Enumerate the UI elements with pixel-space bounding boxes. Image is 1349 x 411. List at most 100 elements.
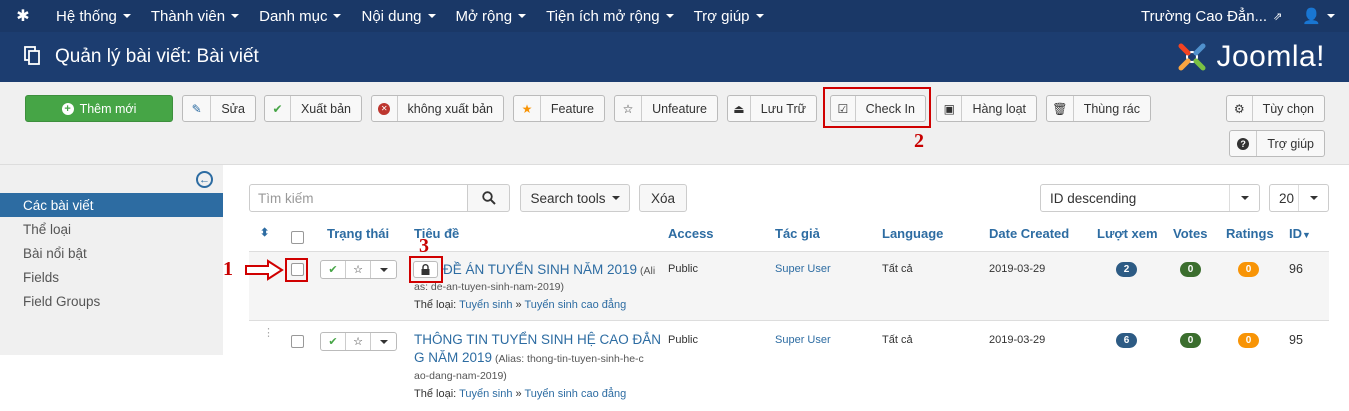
clear-button[interactable]: Xóa xyxy=(639,184,687,212)
access-cell: Public xyxy=(668,263,698,275)
nav-label: Nội dung xyxy=(361,7,422,25)
site-name: Trường Cao Đẳn... xyxy=(1141,7,1268,25)
unfeature-button[interactable]: ☆ Unfeature xyxy=(614,95,718,122)
button-label: Lưu Trữ xyxy=(760,101,806,116)
annotation-box-checkbox xyxy=(285,258,308,282)
search-input[interactable]: Tìm kiếm xyxy=(249,184,468,212)
column-ratings[interactable]: Ratings xyxy=(1226,226,1274,241)
ordering-select[interactable]: ID descending xyxy=(1040,184,1260,212)
check-all-checkbox[interactable] xyxy=(291,231,304,244)
star-empty-icon: ☆ xyxy=(615,96,643,121)
unpublish-button[interactable]: ✕ không xuất bản xyxy=(371,95,504,122)
help-button[interactable]: ? Trợ giúp xyxy=(1229,130,1325,157)
article-title-link[interactable]: THÔNG TIN TUYỂN SINH HỆ CAO ĐẲN xyxy=(414,331,661,348)
top-navbar: ✱ Hệ thống Thành viên Danh mục Nội dung … xyxy=(0,0,1349,32)
article-category: Thể loại: Tuyển sinh » Tuyển sinh cao đẳ… xyxy=(414,388,626,400)
button-label: Thùng rác xyxy=(1083,101,1140,116)
button-label: Unfeature xyxy=(652,101,707,116)
search-button[interactable] xyxy=(467,184,510,212)
votes-badge: 0 xyxy=(1180,262,1201,277)
nav-content[interactable]: Nội dung xyxy=(351,0,445,32)
sidebar-item-featured[interactable]: Bài nổi bật xyxy=(0,241,223,265)
article-title-link[interactable]: G NĂM 2019 (Alias: thong-tin-tuyen-sinh-… xyxy=(414,349,644,368)
row-checkbox[interactable] xyxy=(291,335,304,348)
column-id[interactable]: ID▼ xyxy=(1289,226,1311,241)
button-label: Search tools xyxy=(530,190,606,206)
caret-down-icon xyxy=(122,14,131,18)
author-link[interactable]: Super User xyxy=(775,263,831,275)
sidebar-item-categories[interactable]: Thể loại xyxy=(0,217,223,241)
category-label: Thể loại: xyxy=(414,299,457,311)
nav-label: Thành viên xyxy=(150,7,226,25)
featured-star-icon[interactable]: ☆ xyxy=(346,261,371,278)
edit-button[interactable]: ✎ Sửa xyxy=(182,95,256,122)
column-votes[interactable]: Votes xyxy=(1173,226,1207,241)
sidebar: ← Các bài viết Thể loại Bài nổi bật Fiel… xyxy=(0,165,223,355)
site-link[interactable]: Trường Cao Đẳn... ⇗ xyxy=(1131,0,1292,32)
nav-components[interactable]: Tiện ích mở rộng xyxy=(536,0,684,32)
article-title-link[interactable]: ĐỀ ÁN TUYỂN SINH NĂM 2019 (Ali xyxy=(443,261,655,280)
publish-button[interactable]: ✔ Xuất bản xyxy=(264,95,362,122)
joomla-logo-icon xyxy=(1178,43,1206,71)
annotation-number-1: 1 xyxy=(223,258,233,280)
nav-label: Tiện ích mở rộng xyxy=(546,7,660,25)
caret-down-icon xyxy=(231,14,240,18)
drag-handle-icon[interactable]: ⋮ xyxy=(263,328,274,339)
edit-icon: ✎ xyxy=(183,96,212,121)
category-parent-link[interactable]: Tuyển sinh xyxy=(459,388,512,400)
column-status[interactable]: Trạng thái xyxy=(327,226,389,241)
nav-help[interactable]: Trợ giúp xyxy=(684,0,774,32)
nav-label: Danh mục xyxy=(259,7,328,25)
archive-icon: ⏏ xyxy=(728,96,751,121)
sidebar-item-articles[interactable]: Các bài viết xyxy=(0,193,223,217)
article-title: G NĂM 2019 xyxy=(414,350,493,365)
archive-button[interactable]: ⏏ Lưu Trữ xyxy=(727,95,817,122)
ratings-badge: 0 xyxy=(1238,262,1259,277)
button-label: không xuất bản xyxy=(407,101,494,116)
batch-button[interactable]: ▣ Hàng loạt xyxy=(936,95,1037,122)
sidebar-item-label: Field Groups xyxy=(23,293,101,309)
trash-button[interactable]: 🗑 Thùng rác xyxy=(1046,95,1151,122)
sidebar-item-field-groups[interactable]: Field Groups xyxy=(0,289,223,313)
annotation-box-lock xyxy=(409,256,443,283)
ratings-badge: 0 xyxy=(1238,333,1259,348)
status-button-group: ✔ ☆ xyxy=(320,260,397,279)
featured-star-icon[interactable]: ☆ xyxy=(346,333,371,350)
collapse-sidebar-icon[interactable]: ← xyxy=(196,171,213,188)
published-check-icon[interactable]: ✔ xyxy=(321,261,346,278)
category-child-link[interactable]: Tuyển sinh cao đẳng xyxy=(525,388,627,400)
column-language[interactable]: Language xyxy=(882,226,943,241)
nav-categories[interactable]: Danh mục xyxy=(249,0,351,32)
caret-down-icon xyxy=(1240,196,1249,200)
column-hits[interactable]: Lượt xem xyxy=(1097,226,1158,241)
actions-dropdown-icon[interactable] xyxy=(371,261,396,278)
search-tools-button[interactable]: Search tools xyxy=(520,184,630,212)
toolbar: + Thêm mới ✎ Sửa ✔ Xuất bản ✕ không xuất bả… xyxy=(0,82,1349,165)
nav-extensions[interactable]: Mở rộng xyxy=(446,0,537,32)
limit-select[interactable]: 20 xyxy=(1269,184,1329,212)
annotation-number-3: 3 xyxy=(419,235,429,257)
button-label: Xóa xyxy=(650,190,676,206)
category-separator: » xyxy=(512,299,525,311)
joomla-menu-icon[interactable]: ✱ xyxy=(0,0,46,32)
feature-button[interactable]: ★ Feature xyxy=(513,95,605,122)
column-date[interactable]: Date Created xyxy=(989,226,1069,241)
user-menu[interactable]: 👤 xyxy=(1292,0,1349,32)
caret-down-icon xyxy=(1327,14,1335,18)
author-link[interactable]: Super User xyxy=(775,334,831,346)
options-button[interactable]: ⚙ Tùy chọn xyxy=(1226,95,1325,122)
nav-users[interactable]: Thành viên xyxy=(141,0,249,32)
category-parent-link[interactable]: Tuyển sinh xyxy=(459,299,512,311)
nav-system[interactable]: Hệ thống xyxy=(46,0,141,32)
sort-ordering-icon[interactable]: ⬍ xyxy=(260,226,269,239)
votes-badge: 0 xyxy=(1180,333,1201,348)
published-check-icon[interactable]: ✔ xyxy=(321,333,346,350)
sidebar-item-fields[interactable]: Fields xyxy=(0,265,223,289)
actions-dropdown-icon[interactable] xyxy=(371,333,396,350)
category-child-link[interactable]: Tuyển sinh cao đẳng xyxy=(525,299,627,311)
column-access[interactable]: Access xyxy=(668,226,714,241)
column-author[interactable]: Tác giả xyxy=(775,226,820,241)
logo-text: Joomla! xyxy=(1216,40,1325,73)
language-cell: Tất cả xyxy=(882,263,913,275)
new-button[interactable]: + Thêm mới xyxy=(25,95,173,122)
